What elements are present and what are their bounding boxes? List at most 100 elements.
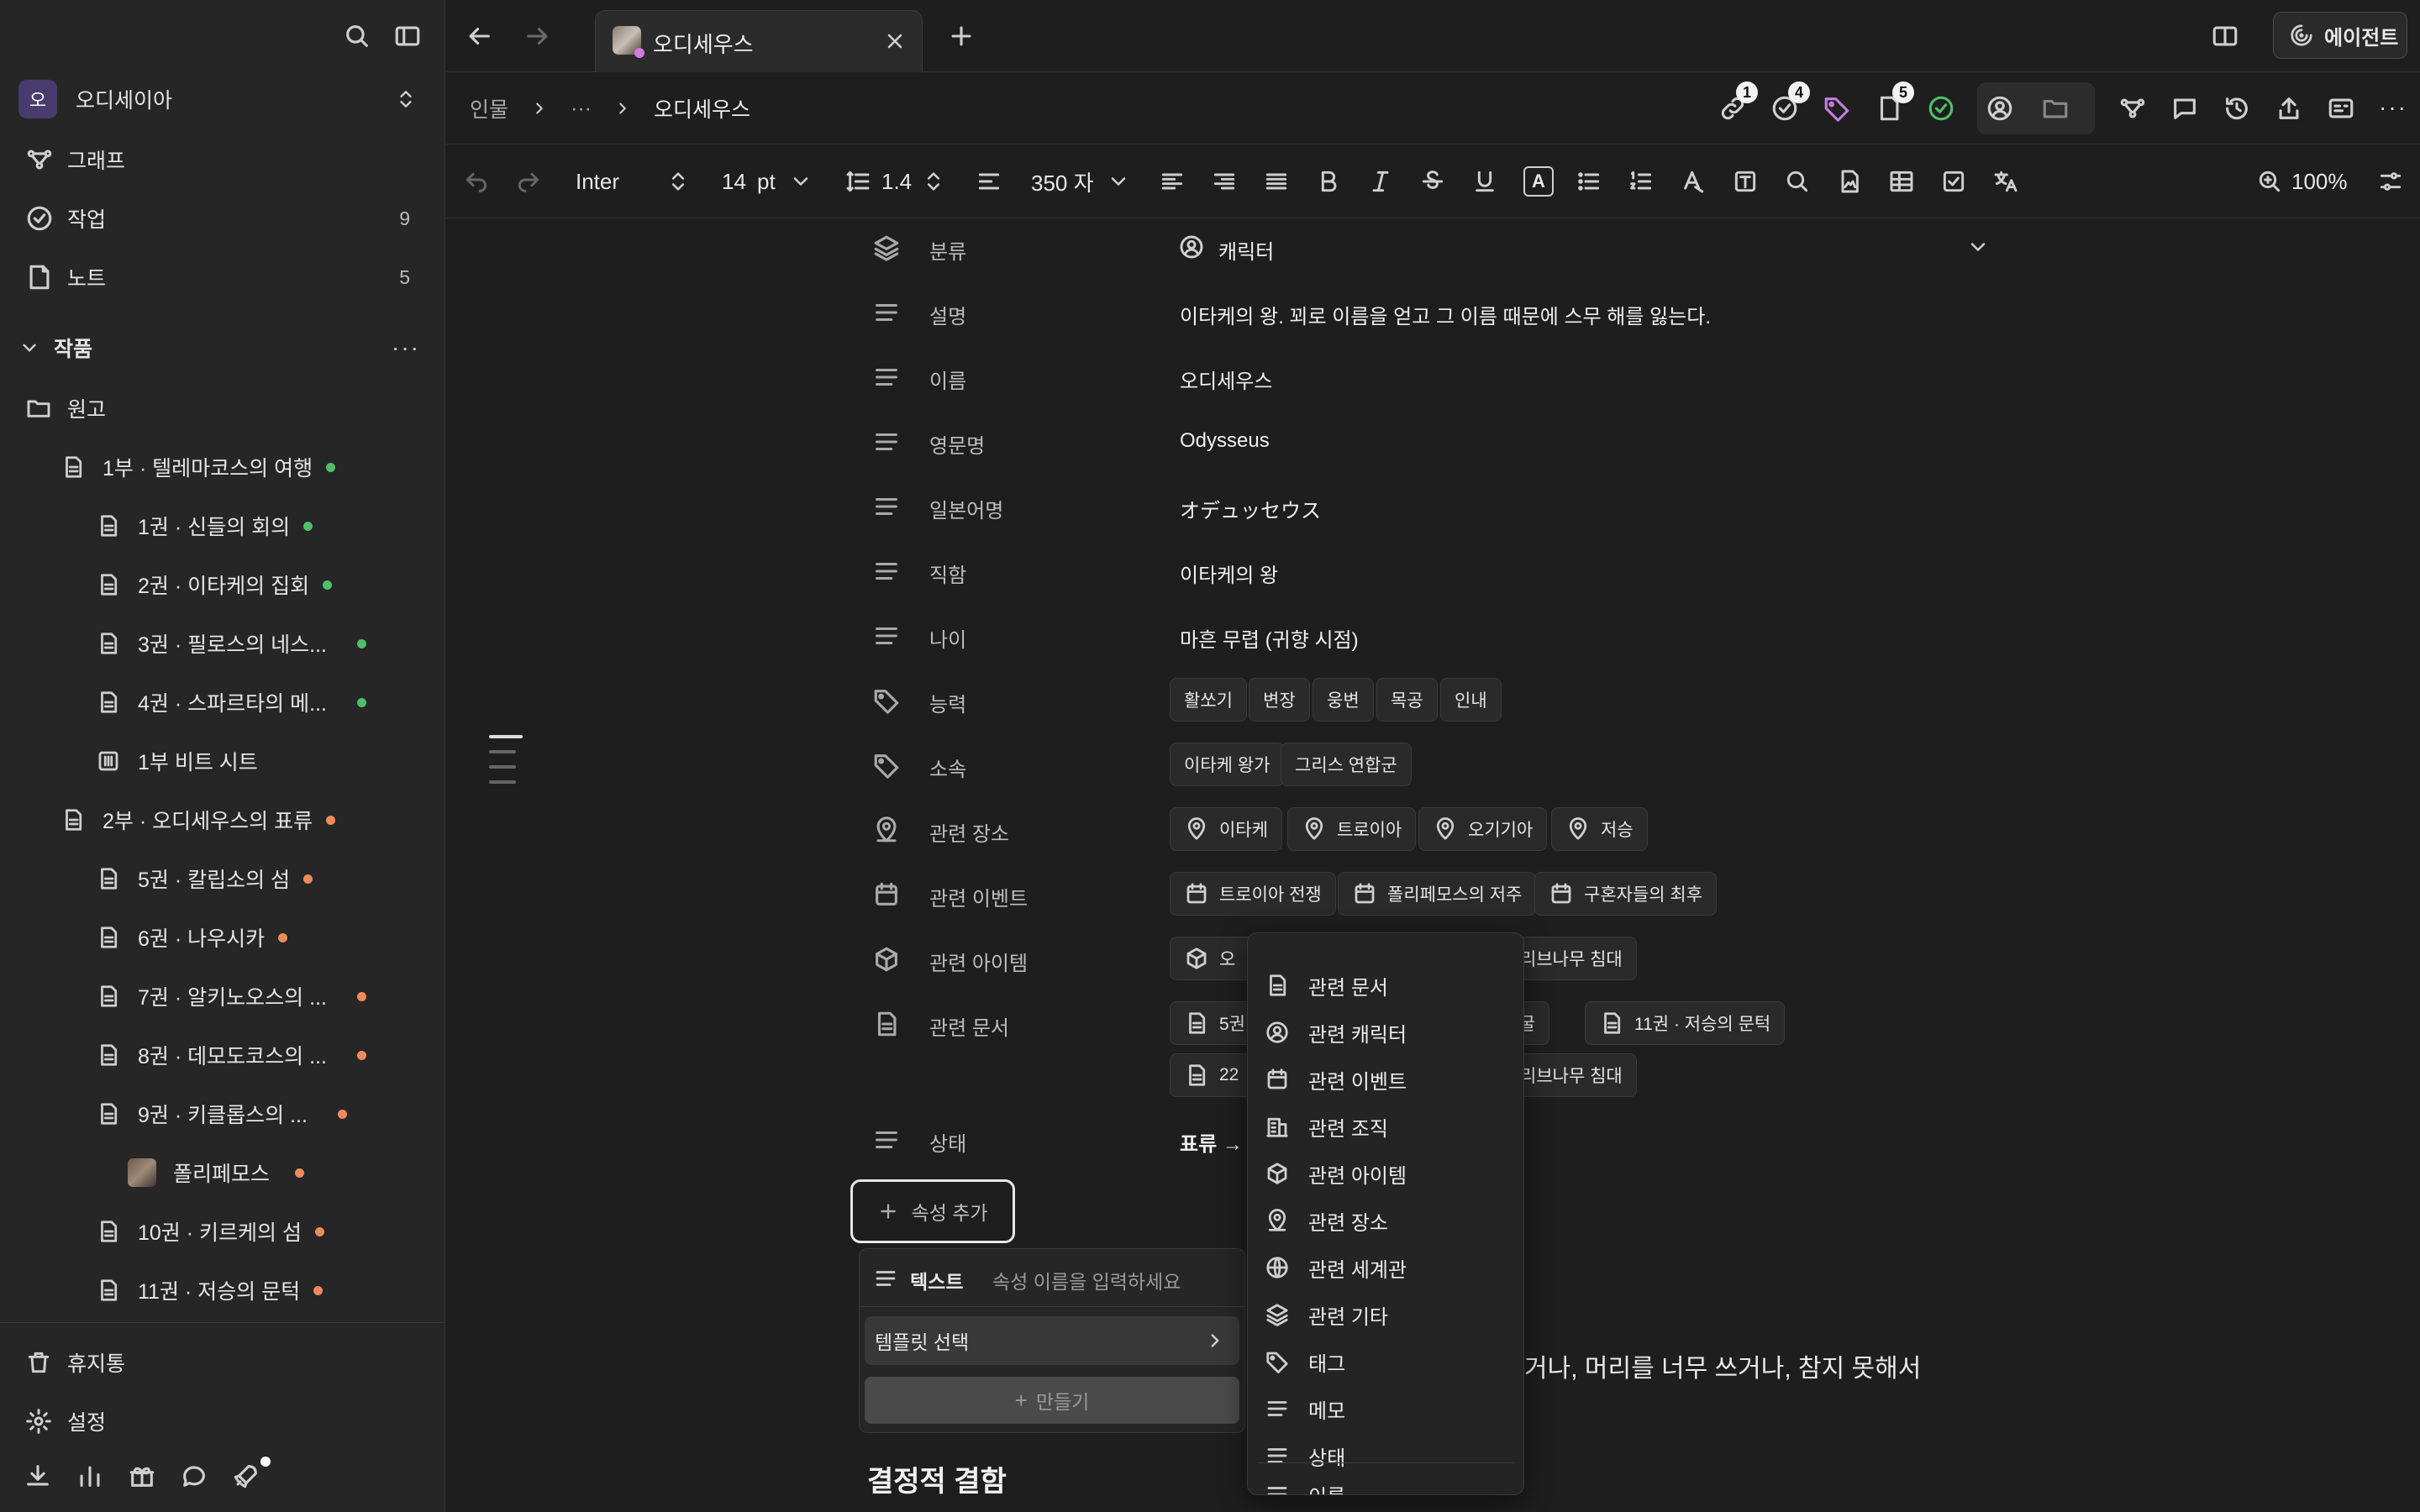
property-value-japanese-name[interactable]: オデュッセウス: [1180, 494, 1321, 523]
gift-icon[interactable]: [128, 1462, 156, 1490]
line-height-value[interactable]: 1.4: [881, 144, 912, 218]
tree-item[interactable]: 1부 비트 시트: [0, 736, 445, 786]
tree-item[interactable]: 6권 · 나우시카: [0, 912, 445, 963]
property-value-name[interactable]: 오디세우스: [1180, 365, 1272, 394]
place-chip[interactable]: 이타케: [1170, 807, 1282, 851]
font-family-select[interactable]: Inter: [576, 144, 619, 218]
tree-item[interactable]: 1권 · 신들의 회의: [0, 501, 445, 551]
tree-item[interactable]: 10권 · 키르케의 섬: [0, 1206, 445, 1257]
tab-odysseus[interactable]: 오디세우스: [595, 10, 923, 72]
search-icon[interactable]: [343, 22, 371, 50]
place-chip[interactable]: 오기기아: [1418, 807, 1548, 851]
download-icon[interactable]: [24, 1462, 52, 1490]
undo-icon[interactable]: [463, 166, 490, 193]
comment-icon[interactable]: [2170, 94, 2199, 123]
clear-format-icon[interactable]: [1680, 168, 1707, 195]
align-right-icon[interactable]: [1211, 168, 1238, 195]
tree-item[interactable]: 2권 · 이타케의 집회: [0, 559, 445, 610]
property-value-category[interactable]: 캐릭터: [1218, 235, 1274, 265]
create-button[interactable]: + 만들기: [865, 1377, 1239, 1424]
sidebar-item-notes[interactable]: 노트 5: [0, 252, 445, 302]
property-value-description[interactable]: 이타케의 왕. 꾀로 이름을 얻고 그 이름 때문에 스무 해를 잃는다.: [1180, 300, 1711, 329]
agent-button[interactable]: 에이전트: [2273, 12, 2407, 59]
chevron-updown-icon[interactable]: [922, 170, 945, 193]
property-value-title[interactable]: 이타케의 왕: [1180, 559, 1278, 588]
chevron-updown-icon[interactable]: [666, 170, 690, 193]
property-value-status[interactable]: 표류 →: [1180, 1127, 1243, 1157]
menu-item-related-worlds[interactable]: 관련 세계관: [1248, 1244, 1523, 1291]
workspace-switcher[interactable]: 오 오디세이아: [0, 74, 445, 124]
status-check-icon[interactable]: [1927, 94, 1955, 123]
zoom-level[interactable]: 100%: [2291, 144, 2348, 218]
sidebar-toggle-icon[interactable]: [393, 22, 422, 50]
chevron-down-icon[interactable]: [1107, 170, 1130, 193]
tree-item[interactable]: 3권 · 필로스의 네스...: [0, 618, 445, 669]
rocket-icon[interactable]: [232, 1462, 260, 1490]
find-icon[interactable]: [1784, 168, 1811, 195]
folder-view-icon[interactable]: [2041, 94, 2070, 123]
property-value-age[interactable]: 마흔 무렵 (귀향 시점): [1180, 623, 1359, 653]
ability-chip[interactable]: 목공: [1376, 678, 1438, 722]
history-icon[interactable]: [2223, 94, 2251, 123]
zoom-icon[interactable]: [2256, 168, 2283, 195]
ability-chip[interactable]: 활쏘기: [1170, 678, 1247, 722]
image-file-icon[interactable]: [1836, 168, 1863, 195]
breadcrumb-ellipsis[interactable]: ···: [571, 97, 592, 121]
property-name-input[interactable]: 속성 이름을 입력하세요: [992, 1266, 1181, 1294]
share-icon[interactable]: [2275, 94, 2303, 123]
menu-item-related-other[interactable]: 관련 기타: [1248, 1291, 1523, 1338]
doc-chip[interactable]: 11권 · 저승의 문턱: [1585, 1001, 1786, 1045]
settings-sliders-icon[interactable]: [2377, 168, 2404, 195]
menu-item-related-items[interactable]: 관련 아이템: [1248, 1150, 1523, 1197]
tree-item[interactable]: 폴리페모스: [0, 1147, 445, 1198]
text-box-icon[interactable]: [1732, 168, 1759, 195]
new-tab-icon[interactable]: [947, 22, 976, 50]
property-type-select[interactable]: 텍스트: [910, 1266, 963, 1294]
tree-item[interactable]: 8권 · 데모도코스의 ...: [0, 1030, 445, 1080]
sidebar-item-graph[interactable]: 그래프: [0, 134, 445, 185]
tree-item[interactable]: 9권 · 키클롭스의 ...: [0, 1089, 445, 1139]
event-chip[interactable]: 구혼자들의 최후: [1534, 872, 1718, 916]
bullet-list-icon[interactable]: [1576, 168, 1602, 195]
ability-chip[interactable]: 웅변: [1313, 678, 1374, 722]
italic-icon[interactable]: [1367, 168, 1394, 195]
folder-manuscript[interactable]: 원고: [0, 383, 445, 433]
checkbox-icon[interactable]: [1940, 168, 1967, 195]
menu-item-related-events[interactable]: 관련 이벤트: [1248, 1056, 1523, 1103]
stats-icon[interactable]: [76, 1462, 104, 1490]
template-select-button[interactable]: 템플릿 선택: [865, 1316, 1239, 1365]
text-color-icon[interactable]: A: [1523, 166, 1554, 197]
strikethrough-icon[interactable]: [1419, 168, 1446, 195]
ability-chip[interactable]: 인내: [1440, 678, 1502, 722]
more-icon[interactable]: ···: [2379, 94, 2407, 121]
forward-arrow-icon[interactable]: [523, 22, 552, 50]
graph-icon[interactable]: [2118, 94, 2147, 123]
translate-icon[interactable]: [1992, 168, 2019, 195]
bold-icon[interactable]: [1315, 168, 1342, 195]
event-chip[interactable]: 폴리페모스의 저주: [1338, 872, 1537, 916]
menu-item-memo[interactable]: 메모: [1248, 1385, 1523, 1432]
menu-item-related-characters[interactable]: 관련 캐릭터: [1248, 1009, 1523, 1056]
menu-item-related-docs[interactable]: 관련 문서: [1248, 962, 1523, 1009]
affiliation-chip[interactable]: 그리스 연합군: [1281, 743, 1412, 786]
tree-item[interactable]: 1부 · 텔레마코스의 여행: [0, 442, 445, 492]
close-icon[interactable]: [883, 29, 907, 53]
chevron-down-icon[interactable]: [1966, 235, 1990, 259]
place-chip[interactable]: 트로이아: [1287, 807, 1417, 851]
outline-toggle[interactable]: [489, 735, 523, 784]
section-header-works[interactable]: 작품 ···: [0, 323, 445, 373]
ability-chip[interactable]: 변장: [1249, 678, 1310, 722]
back-arrow-icon[interactable]: [465, 22, 493, 50]
tree-item[interactable]: 5권 · 칼립소의 섬: [0, 853, 445, 904]
place-chip[interactable]: 저승: [1551, 807, 1648, 851]
table-icon[interactable]: [1888, 168, 1915, 195]
more-icon[interactable]: ···: [392, 334, 420, 361]
tree-item[interactable]: 11권 · 저승의 문턱: [0, 1265, 445, 1315]
sidebar-item-tasks[interactable]: 작업 9: [0, 193, 445, 244]
text-width-value[interactable]: 350 자: [1031, 144, 1094, 218]
menu-item-name[interactable]: 이름: [1248, 1471, 1523, 1494]
property-value-english-name[interactable]: Odysseus: [1180, 429, 1270, 453]
add-property-button[interactable]: 속성 추가: [850, 1179, 1015, 1243]
align-left-icon[interactable]: [1159, 168, 1186, 195]
sidebar-item-trash[interactable]: 휴지통: [0, 1337, 445, 1388]
